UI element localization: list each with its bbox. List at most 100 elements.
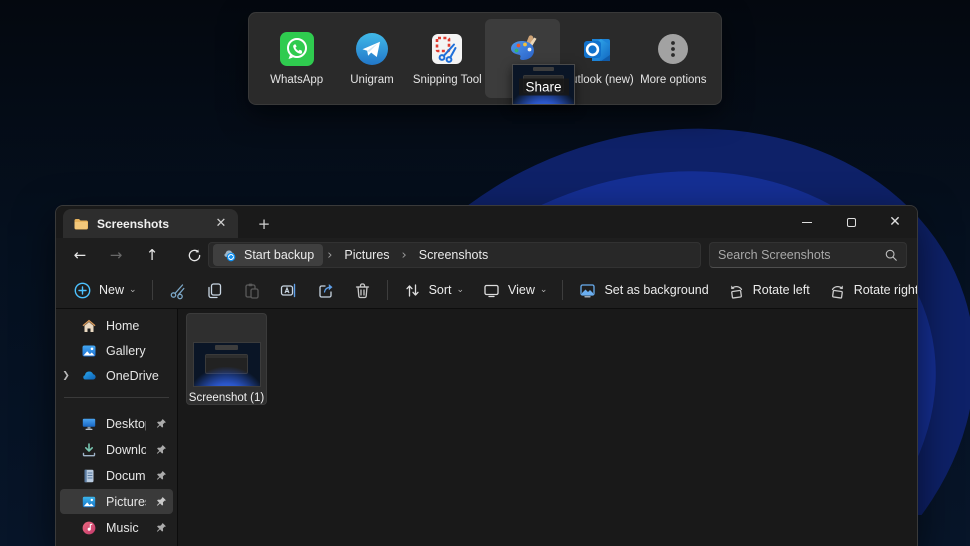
desktop-icon <box>82 418 96 430</box>
file-tile-screenshot-1[interactable]: Screenshot (1) <box>186 313 267 405</box>
set-as-background-button[interactable]: Set as background <box>569 275 717 305</box>
sort-button[interactable]: Sort ⌄ <box>394 275 473 305</box>
share-app-snipping-tool[interactable]: Snipping Tool <box>410 19 485 98</box>
search-input[interactable] <box>718 248 884 262</box>
share-more-options[interactable]: More options <box>636 19 711 98</box>
minimize-button[interactable] <box>785 206 829 238</box>
breadcrumb-chevron-icon: › <box>327 247 333 263</box>
gallery-icon <box>82 345 96 357</box>
search-icon <box>885 249 897 261</box>
sidebar-item-videos[interactable]: Videos <box>60 541 173 546</box>
music-icon <box>82 521 96 534</box>
paste-icon <box>244 283 259 299</box>
maximize-button[interactable] <box>829 206 873 238</box>
view-icon <box>484 284 499 297</box>
toolbar-separator <box>386 280 388 300</box>
view-label: View <box>508 283 535 297</box>
breadcrumb-label: Start backup <box>244 248 315 262</box>
set-background-label: Set as background <box>604 283 709 297</box>
search-box[interactable] <box>709 242 907 268</box>
sidebar-item-home[interactable]: Home <box>60 314 173 338</box>
sidebar-item-label: Documents <box>106 468 146 483</box>
rotate-right-icon <box>831 285 843 299</box>
unigram-icon <box>355 33 388 65</box>
breadcrumb-screenshots[interactable]: Screenshots <box>411 248 496 262</box>
new-tab-button[interactable]: + <box>252 212 276 236</box>
file-thumbnail <box>192 342 261 387</box>
sort-label: Sort <box>428 283 452 297</box>
thumb-mini-bloom <box>193 366 260 386</box>
sidebar-item-onedrive[interactable]: ❯ OneDrive <box>60 364 173 388</box>
sidebar-item-label: Downloads <box>106 442 146 457</box>
drag-ghost-label: Share <box>518 78 569 96</box>
copy-button[interactable] <box>196 275 233 305</box>
share-app-label: Unigram <box>350 74 394 86</box>
snipping-tool-icon <box>432 34 463 64</box>
folder-icon <box>74 218 88 229</box>
tab-screenshots[interactable]: Screenshots ✕ <box>63 209 238 238</box>
close-button[interactable]: ✕ <box>873 206 917 238</box>
refresh-button[interactable] <box>178 241 210 269</box>
new-button[interactable]: New ⌄ <box>64 275 146 305</box>
set-background-icon <box>580 283 596 297</box>
sidebar-item-label: Gallery <box>106 344 146 358</box>
paste-button[interactable] <box>233 275 270 305</box>
sidebar-item-downloads[interactable]: Downloads <box>60 437 173 462</box>
pin-icon <box>156 444 166 454</box>
up-button[interactable]: ↑ <box>136 241 168 269</box>
pin-icon <box>156 470 166 480</box>
title-bar: Screenshots ✕ + ✕ <box>56 206 917 238</box>
drag-ghost-thumbnail[interactable]: Share <box>512 64 575 105</box>
chevron-down-icon: ⌄ <box>539 285 548 295</box>
share-icon <box>318 283 333 298</box>
rotate-left-button[interactable]: Rotate left <box>718 275 819 305</box>
pin-icon <box>156 522 166 532</box>
command-toolbar: New ⌄ Sort ⌄ View ⌄ Set as background Ro… <box>56 272 917 309</box>
sidebar-item-label: OneDrive <box>106 369 159 383</box>
toolbar-separator <box>151 280 153 300</box>
share-app-label: Snipping Tool <box>412 74 482 86</box>
rotate-right-button[interactable]: Rotate right <box>819 275 917 305</box>
sidebar-item-label: Music <box>106 520 139 535</box>
onedrive-sync-icon <box>224 249 236 261</box>
rename-button[interactable] <box>270 275 307 305</box>
delete-button[interactable] <box>344 275 381 305</box>
sidebar-item-pictures[interactable]: Pictures <box>60 489 173 514</box>
address-bar[interactable]: Start backup › Pictures › Screenshots <box>208 242 701 268</box>
refresh-icon <box>188 249 200 261</box>
expand-chevron-icon[interactable]: ❯ <box>59 371 73 381</box>
more-options-icon <box>658 34 689 64</box>
share-app-whatsapp[interactable]: WhatsApp <box>259 19 334 98</box>
cut-button[interactable] <box>159 275 196 305</box>
forward-button[interactable]: → <box>100 241 132 269</box>
ghost-mini-panel <box>532 66 555 72</box>
plus-circle-icon <box>74 282 91 298</box>
documents-icon <box>84 469 94 482</box>
file-list-area[interactable]: Screenshot (1) <box>178 309 917 546</box>
window-controls: ✕ <box>785 206 917 238</box>
sidebar-item-desktop[interactable]: Desktop <box>60 411 173 436</box>
sidebar-divider <box>64 397 169 398</box>
view-button[interactable]: View ⌄ <box>473 275 556 305</box>
sidebar-item-documents[interactable]: Documents <box>60 463 173 488</box>
navigation-pane: Home Gallery ❯ OneDrive Deskto Downl Doc… <box>56 309 178 546</box>
pin-icon <box>156 496 166 506</box>
sidebar-item-music[interactable]: Music <box>60 515 173 540</box>
breadcrumb-start-backup[interactable]: Start backup <box>213 244 324 266</box>
rotate-left-icon <box>730 285 742 299</box>
home-icon <box>82 319 96 332</box>
back-button[interactable]: ← <box>64 241 96 269</box>
thumb-mini-panel <box>214 345 239 350</box>
sidebar-item-label: Home <box>106 319 140 333</box>
tab-close-icon[interactable]: ✕ <box>212 215 230 233</box>
chevron-down-icon: ⌄ <box>129 285 137 295</box>
share-button[interactable] <box>307 275 344 305</box>
outlook-icon <box>583 39 610 61</box>
share-app-label: More options <box>640 74 707 86</box>
sidebar-item-gallery[interactable]: Gallery <box>60 339 173 363</box>
downloads-icon <box>82 442 96 456</box>
paint-icon <box>510 35 537 60</box>
breadcrumb-pictures[interactable]: Pictures <box>336 248 397 262</box>
share-app-unigram[interactable]: Unigram <box>334 19 409 98</box>
trash-icon <box>355 282 369 298</box>
